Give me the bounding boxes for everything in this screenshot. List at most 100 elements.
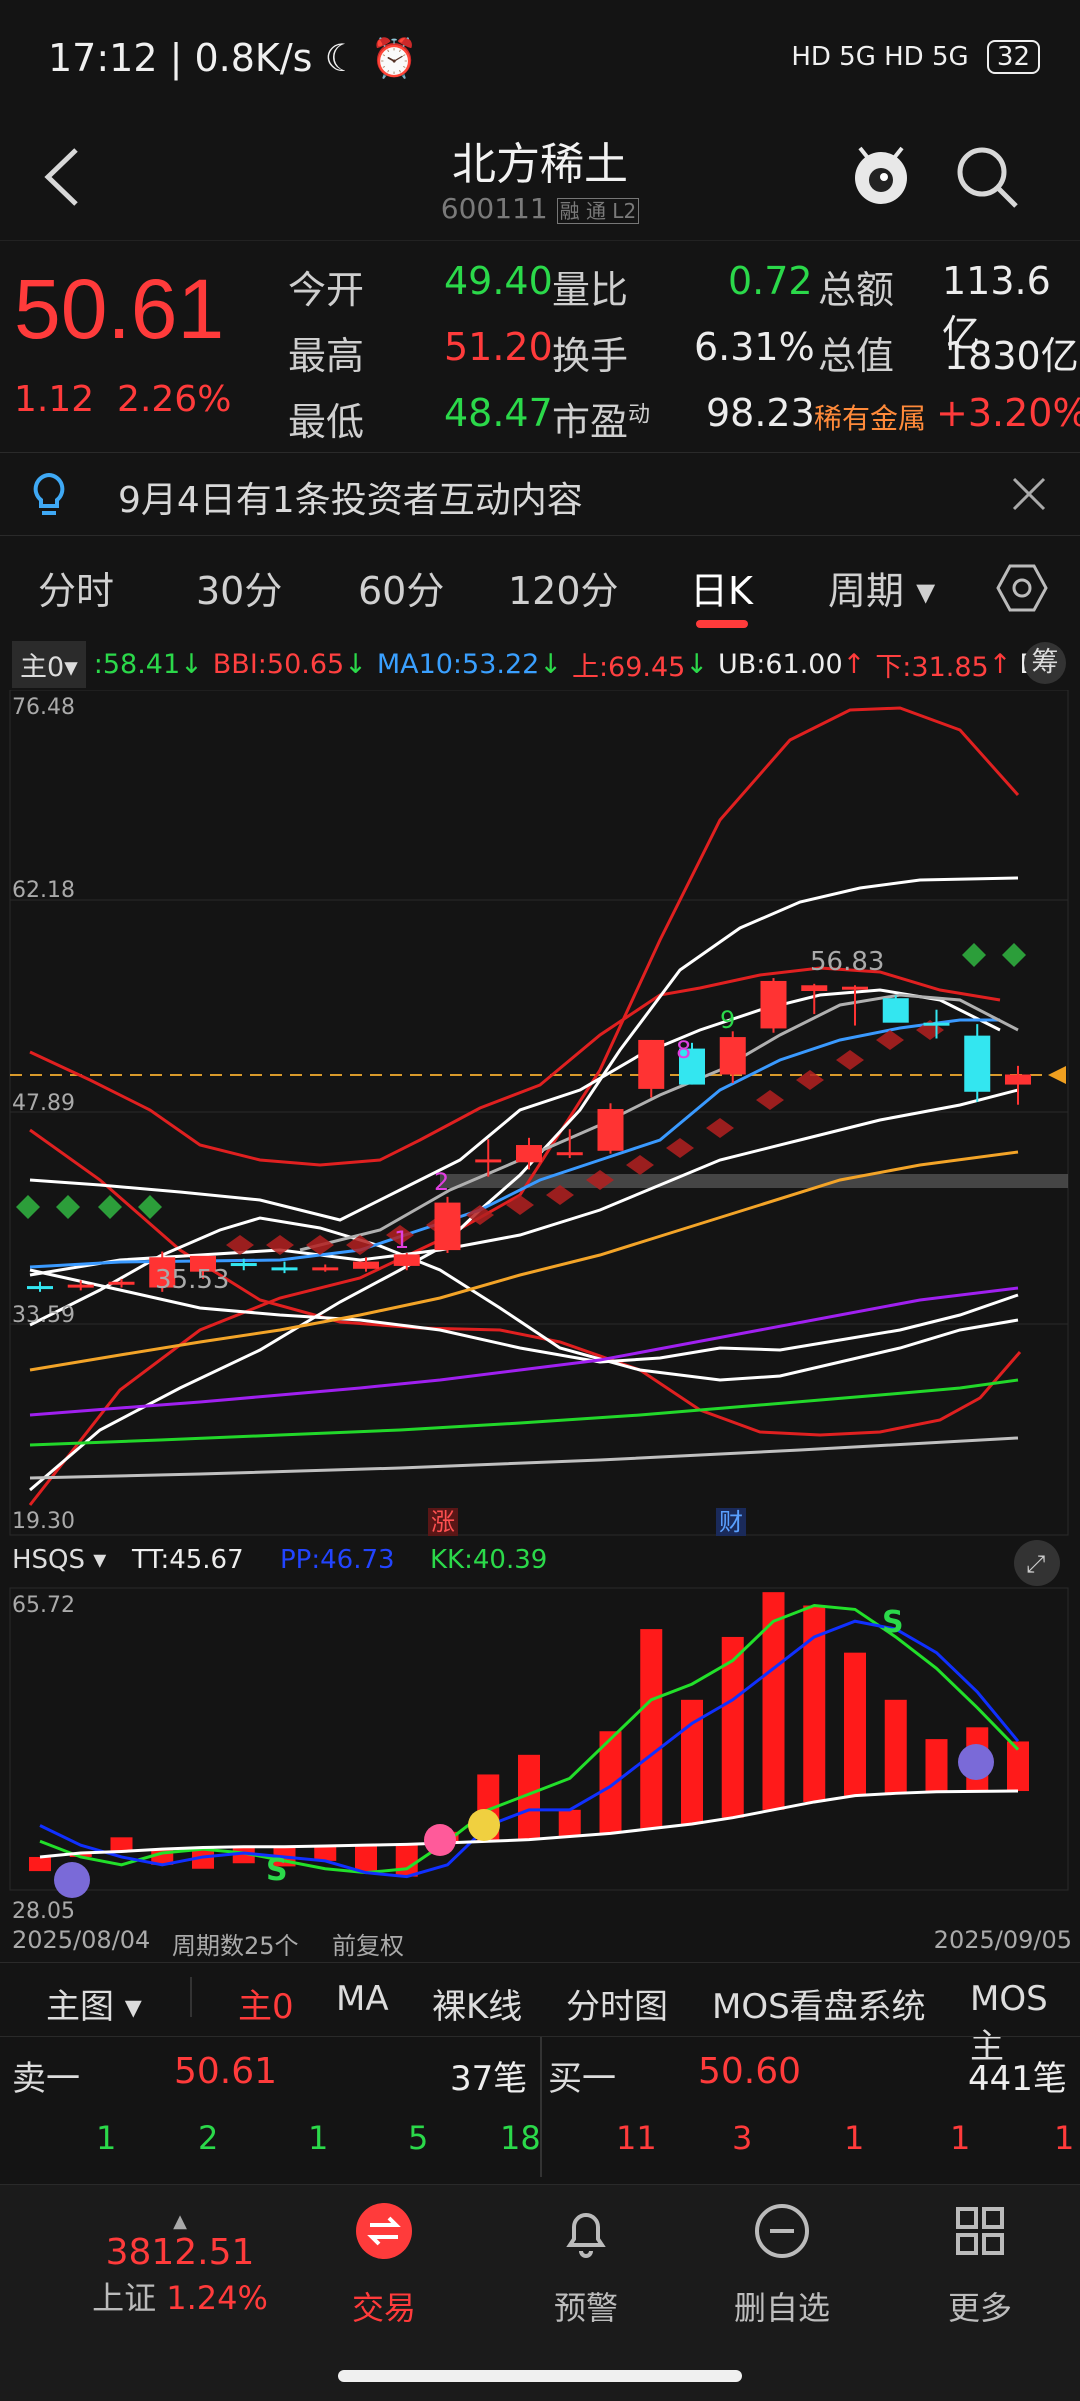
sub-bar [884, 1699, 907, 1794]
nav-alert[interactable]: 预警 [486, 2201, 686, 2329]
candle-body[interactable] [475, 1159, 502, 1163]
tool-timeshare[interactable]: 分时图 [566, 1979, 668, 2028]
candle-body[interactable] [638, 1039, 665, 1089]
candle-body[interactable] [719, 1037, 746, 1075]
buy1-price[interactable]: 50.60 [698, 2051, 801, 2092]
candle-body[interactable] [67, 1284, 94, 1288]
home-indicator[interactable] [338, 2370, 742, 2382]
tool-naked-k[interactable]: 裸K线 [432, 1979, 522, 2028]
active-tab-indicator [696, 620, 748, 628]
tab-120min[interactable]: 120分 [508, 560, 619, 615]
candle-body[interactable] [801, 985, 828, 992]
close-icon[interactable] [1010, 475, 1048, 513]
nav-remove-watch[interactable]: 删自选 [682, 2201, 882, 2329]
buy-queue-4: 1 [950, 2119, 971, 2157]
axis-mid3-label: 33.59 [12, 1303, 75, 1328]
candle-body[interactable] [108, 1281, 135, 1285]
buy-queue-1: 11 [616, 2119, 657, 2157]
notice-bar[interactable]: 9月4日有1条投资者互动内容 [0, 452, 1080, 536]
index-widget[interactable]: ▲ 3812.51 上证 1.24% [60, 2211, 300, 2319]
sub-bar [395, 1844, 418, 1877]
candle-body[interactable] [353, 1261, 379, 1269]
nav-trade[interactable]: 交易 [284, 2201, 484, 2329]
candle-body[interactable] [882, 998, 909, 1023]
tool-divider [190, 1977, 192, 2017]
low-value: 48.47 [444, 391, 553, 435]
candles-group [27, 978, 1031, 1292]
candle-body[interactable] [27, 1286, 53, 1290]
candle-body[interactable] [312, 1267, 339, 1271]
index-value: 3812.51 [105, 2232, 255, 2273]
minus-circle-icon [755, 2204, 809, 2258]
tab-fenshi[interactable]: 分时 [38, 560, 114, 615]
bell-icon [566, 2213, 606, 2258]
candle-body[interactable] [516, 1145, 542, 1163]
indicator-line: 主0▾ :58.41 ↓ BBI:50.65 ↓ MA10:53.22 ↓ 上:69.… [0, 640, 1080, 688]
candle-body[interactable] [760, 980, 787, 1029]
candle-body[interactable] [923, 1022, 950, 1026]
search-icon[interactable] [952, 142, 1022, 212]
tool-main0[interactable]: 主0 [238, 1979, 294, 2028]
sub-axis-bottom: 28.05 [12, 1899, 75, 1924]
candle-body[interactable] [271, 1267, 298, 1271]
candle-body[interactable] [393, 1254, 420, 1266]
assistant-icon[interactable] [846, 140, 916, 220]
tool-ma[interactable]: MA [336, 1979, 389, 2019]
wave-label-8: 8 [676, 1036, 691, 1064]
zhang-tag[interactable]: 涨 [431, 1508, 455, 1536]
sell1-count: 37笔 [450, 2059, 528, 2099]
candle-body[interactable] [230, 1263, 257, 1267]
tab-daily-k[interactable]: 日K [690, 560, 753, 615]
sub-bar [29, 1856, 51, 1872]
period-tabs: 分时 30分 60分 120分 日K 周期 ▾ [0, 540, 1080, 634]
wave-label-1: 1 [394, 1226, 409, 1254]
vol-ratio-value: 0.72 [728, 259, 813, 303]
cai-tag[interactable]: 财 [719, 1508, 743, 1536]
price-change: 1.12 2.26% [14, 379, 232, 420]
sector-label[interactable]: 稀有金属 [814, 397, 926, 437]
nav-more[interactable]: 更多 [880, 2201, 1080, 2329]
sell1-price[interactable]: 50.61 [174, 2051, 277, 2092]
hsqs-chart[interactable]: HSQS ▾ TT:45.67 PP:46.73 KK:40.39 ⤢ 65.7… [0, 1540, 1080, 1930]
candle-body[interactable] [1005, 1074, 1031, 1085]
quote-panel: 50.61 1.12 2.26% 今开 49.40 量比 0.72 总额 113… [0, 240, 1080, 453]
badge-icon-2 [468, 1809, 500, 1841]
ind-bbi: BBI:50.65 [212, 648, 345, 680]
candle-body[interactable] [556, 1152, 583, 1156]
sub-pp: PP:46.73 [280, 1545, 395, 1575]
buy1-count: 441笔 [968, 2059, 1067, 2099]
low-label-chart: 35.53 [155, 1265, 229, 1295]
sub-indicator-select[interactable]: HSQS ▾ [12, 1545, 106, 1575]
lightbulb-icon [33, 472, 65, 515]
candle-body[interactable] [597, 1109, 624, 1151]
candle-body[interactable] [842, 986, 868, 990]
main-chart-select[interactable]: 主图 ▾ [46, 1979, 142, 2028]
sell-queue-1: 1 [96, 2119, 117, 2157]
sell-queue-2: 2 [198, 2119, 219, 2157]
current-price: 50.61 [14, 262, 225, 356]
settings-icon[interactable] [996, 562, 1048, 614]
sub-axis-top: 65.72 [12, 1593, 75, 1618]
candle-body[interactable] [964, 1035, 991, 1092]
wave-label-9: 9 [720, 1006, 735, 1034]
tab-period[interactable]: 周期 ▾ [828, 560, 935, 615]
main-indicator-select[interactable]: 主0▾ [12, 640, 86, 688]
sub-bar [762, 1592, 785, 1810]
tab-30min[interactable]: 30分 [196, 560, 282, 615]
index-caption: 上证 1.24% [92, 2279, 268, 2317]
candle-body[interactable] [434, 1202, 461, 1251]
adjust-mode[interactable]: 前复权 [332, 1926, 404, 1961]
tab-60min[interactable]: 60分 [358, 560, 444, 615]
sector-pct: +3.20% [936, 391, 1080, 435]
pe-value: 98.23 [706, 391, 815, 435]
tool-mos-system[interactable]: MOS看盘系统 [712, 1979, 926, 2028]
sub-bars-group [29, 1592, 1029, 1877]
bottom-nav: ▲ 3812.51 上证 1.24% 交易 预警 删自选 更多 [0, 2184, 1080, 2401]
chip-button[interactable]: 筹 [1024, 642, 1066, 684]
order-book: 卖一 50.61 37笔 买一 50.60 441笔 1 2 1 5 18 11… [0, 2036, 1080, 2181]
kline-chart[interactable]: 76.48 62.18 47.89 33.59 19.30 56.83 35.5… [0, 690, 1080, 1540]
sell-queue-4: 5 [408, 2119, 429, 2157]
ind-v1: :58.41 [93, 648, 181, 680]
status-icons: HD 5G HD 5G 32 [791, 40, 1040, 74]
status-bar: 17:12 | 0.8K/s ☾ ⏰ HD 5G HD 5G 32 [0, 0, 1080, 120]
